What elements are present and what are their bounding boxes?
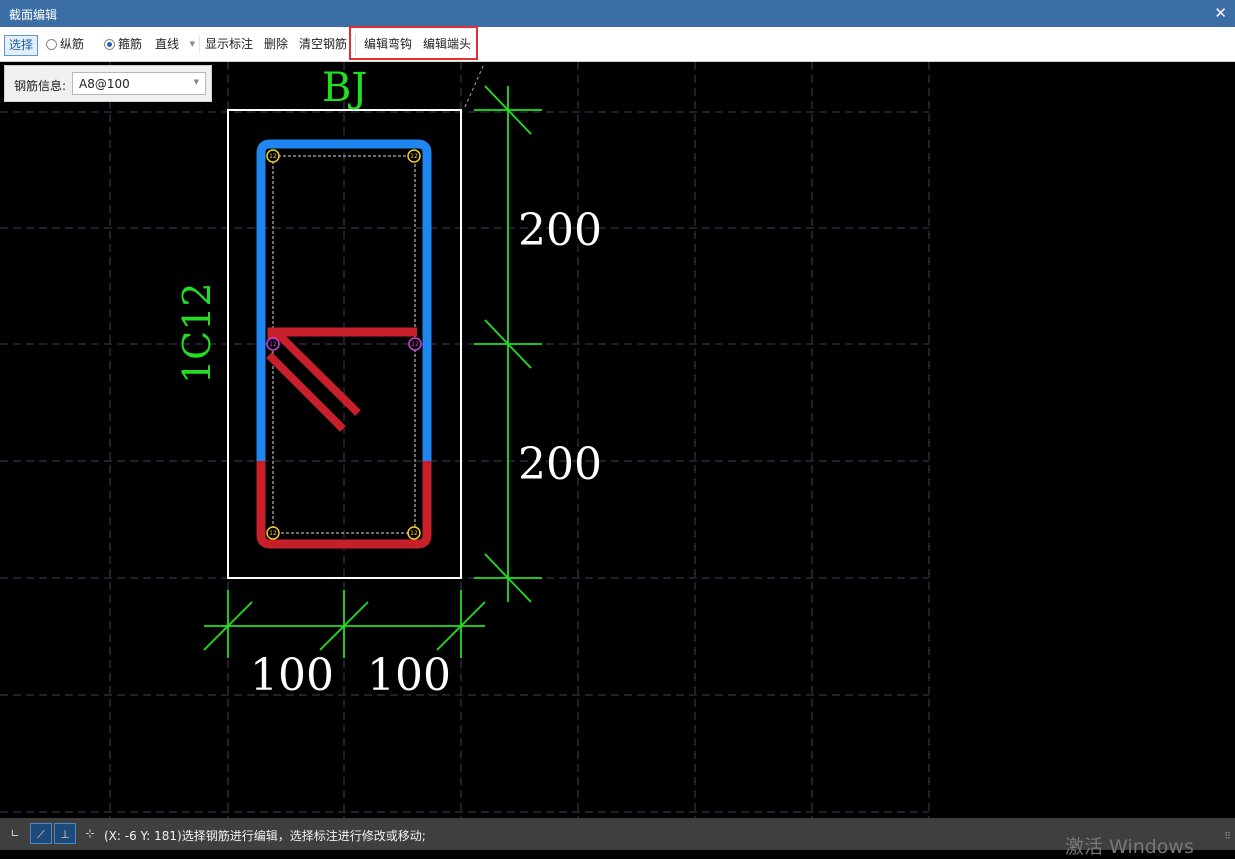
canvas-background <box>0 62 1235 818</box>
title-bar: 截面编辑 ✕ <box>0 0 1235 27</box>
dim-text-horizontal[interactable]: 100 <box>250 650 334 701</box>
status-bar: ∟ ⟋ ⊥ ⊹ (X: -6 Y: 181)选择钢筋进行编辑，选择标注进行修改或… <box>0 818 1235 858</box>
longitudinal-radio[interactable]: 纵筋 <box>46 27 84 62</box>
show-annotation-button[interactable]: 显示标注 <box>205 27 253 62</box>
longitudinal-label: 纵筋 <box>60 37 85 51</box>
resize-grip-icon[interactable]: ⠿ <box>1224 832 1231 842</box>
longitudinal-annotation[interactable]: 1C12 <box>175 282 219 384</box>
dim-text-horizontal[interactable]: 100 <box>367 650 451 701</box>
select-button[interactable]: 选择 <box>4 35 39 56</box>
ortho-icon[interactable]: ∟ <box>4 823 26 844</box>
radio-checked-icon <box>104 39 115 50</box>
linetype-value: 直线 <box>155 37 180 51</box>
stirrup-label: 箍筋 <box>118 37 143 51</box>
chevron-down-icon: ▼ <box>193 78 199 86</box>
corner-bar-label: 12 <box>269 530 277 537</box>
toolbar: 选择 纵筋 箍筋 直线 ▼ 显示标注 删除 清空钢筋 编辑弯钩 编辑端头 <box>0 27 1235 62</box>
midpoint-icon[interactable]: ⊹ <box>79 823 101 844</box>
rebar-info-panel: 钢筋信息: A8@100 ▼ <box>4 65 212 102</box>
stirrup-annotation[interactable]: BJ <box>322 65 367 111</box>
chevron-down-icon: ▼ <box>189 40 195 48</box>
highlight-box <box>349 26 478 60</box>
side-bar-label: 12 <box>269 341 277 348</box>
window-title: 截面编辑 <box>9 8 58 22</box>
dim-text-vertical[interactable]: 200 <box>518 439 602 490</box>
snap-line-icon[interactable]: ⟋ <box>30 823 52 844</box>
dim-text-vertical[interactable]: 200 <box>518 205 602 256</box>
rebar-info-dropdown[interactable]: A8@100 ▼ <box>72 72 206 95</box>
stirrup-radio[interactable]: 箍筋 <box>104 27 142 62</box>
linetype-dropdown[interactable]: 直线 ▼ <box>150 35 200 54</box>
drawing-canvas[interactable]: 12 12 12 12 12 12 BJ 1C12 200 200 100 10… <box>0 62 1235 818</box>
radio-icon <box>46 39 57 50</box>
corner-bar-label: 12 <box>410 153 418 160</box>
status-text: (X: -6 Y: 181)选择钢筋进行编辑，选择标注进行修改或移动; <box>104 829 426 843</box>
side-bar-label: 12 <box>411 341 419 348</box>
close-icon[interactable]: ✕ <box>1214 4 1227 22</box>
perpendicular-icon[interactable]: ⊥ <box>54 823 76 844</box>
rebar-info-label: 钢筋信息: <box>14 79 67 93</box>
delete-button[interactable]: 删除 <box>264 27 288 62</box>
clear-rebar-button[interactable]: 清空钢筋 <box>299 27 347 62</box>
rebar-info-value: A8@100 <box>79 77 130 91</box>
corner-bar-label: 12 <box>269 153 277 160</box>
activation-watermark: 激活 Windows <box>1065 836 1194 858</box>
corner-bar-label: 12 <box>410 530 418 537</box>
